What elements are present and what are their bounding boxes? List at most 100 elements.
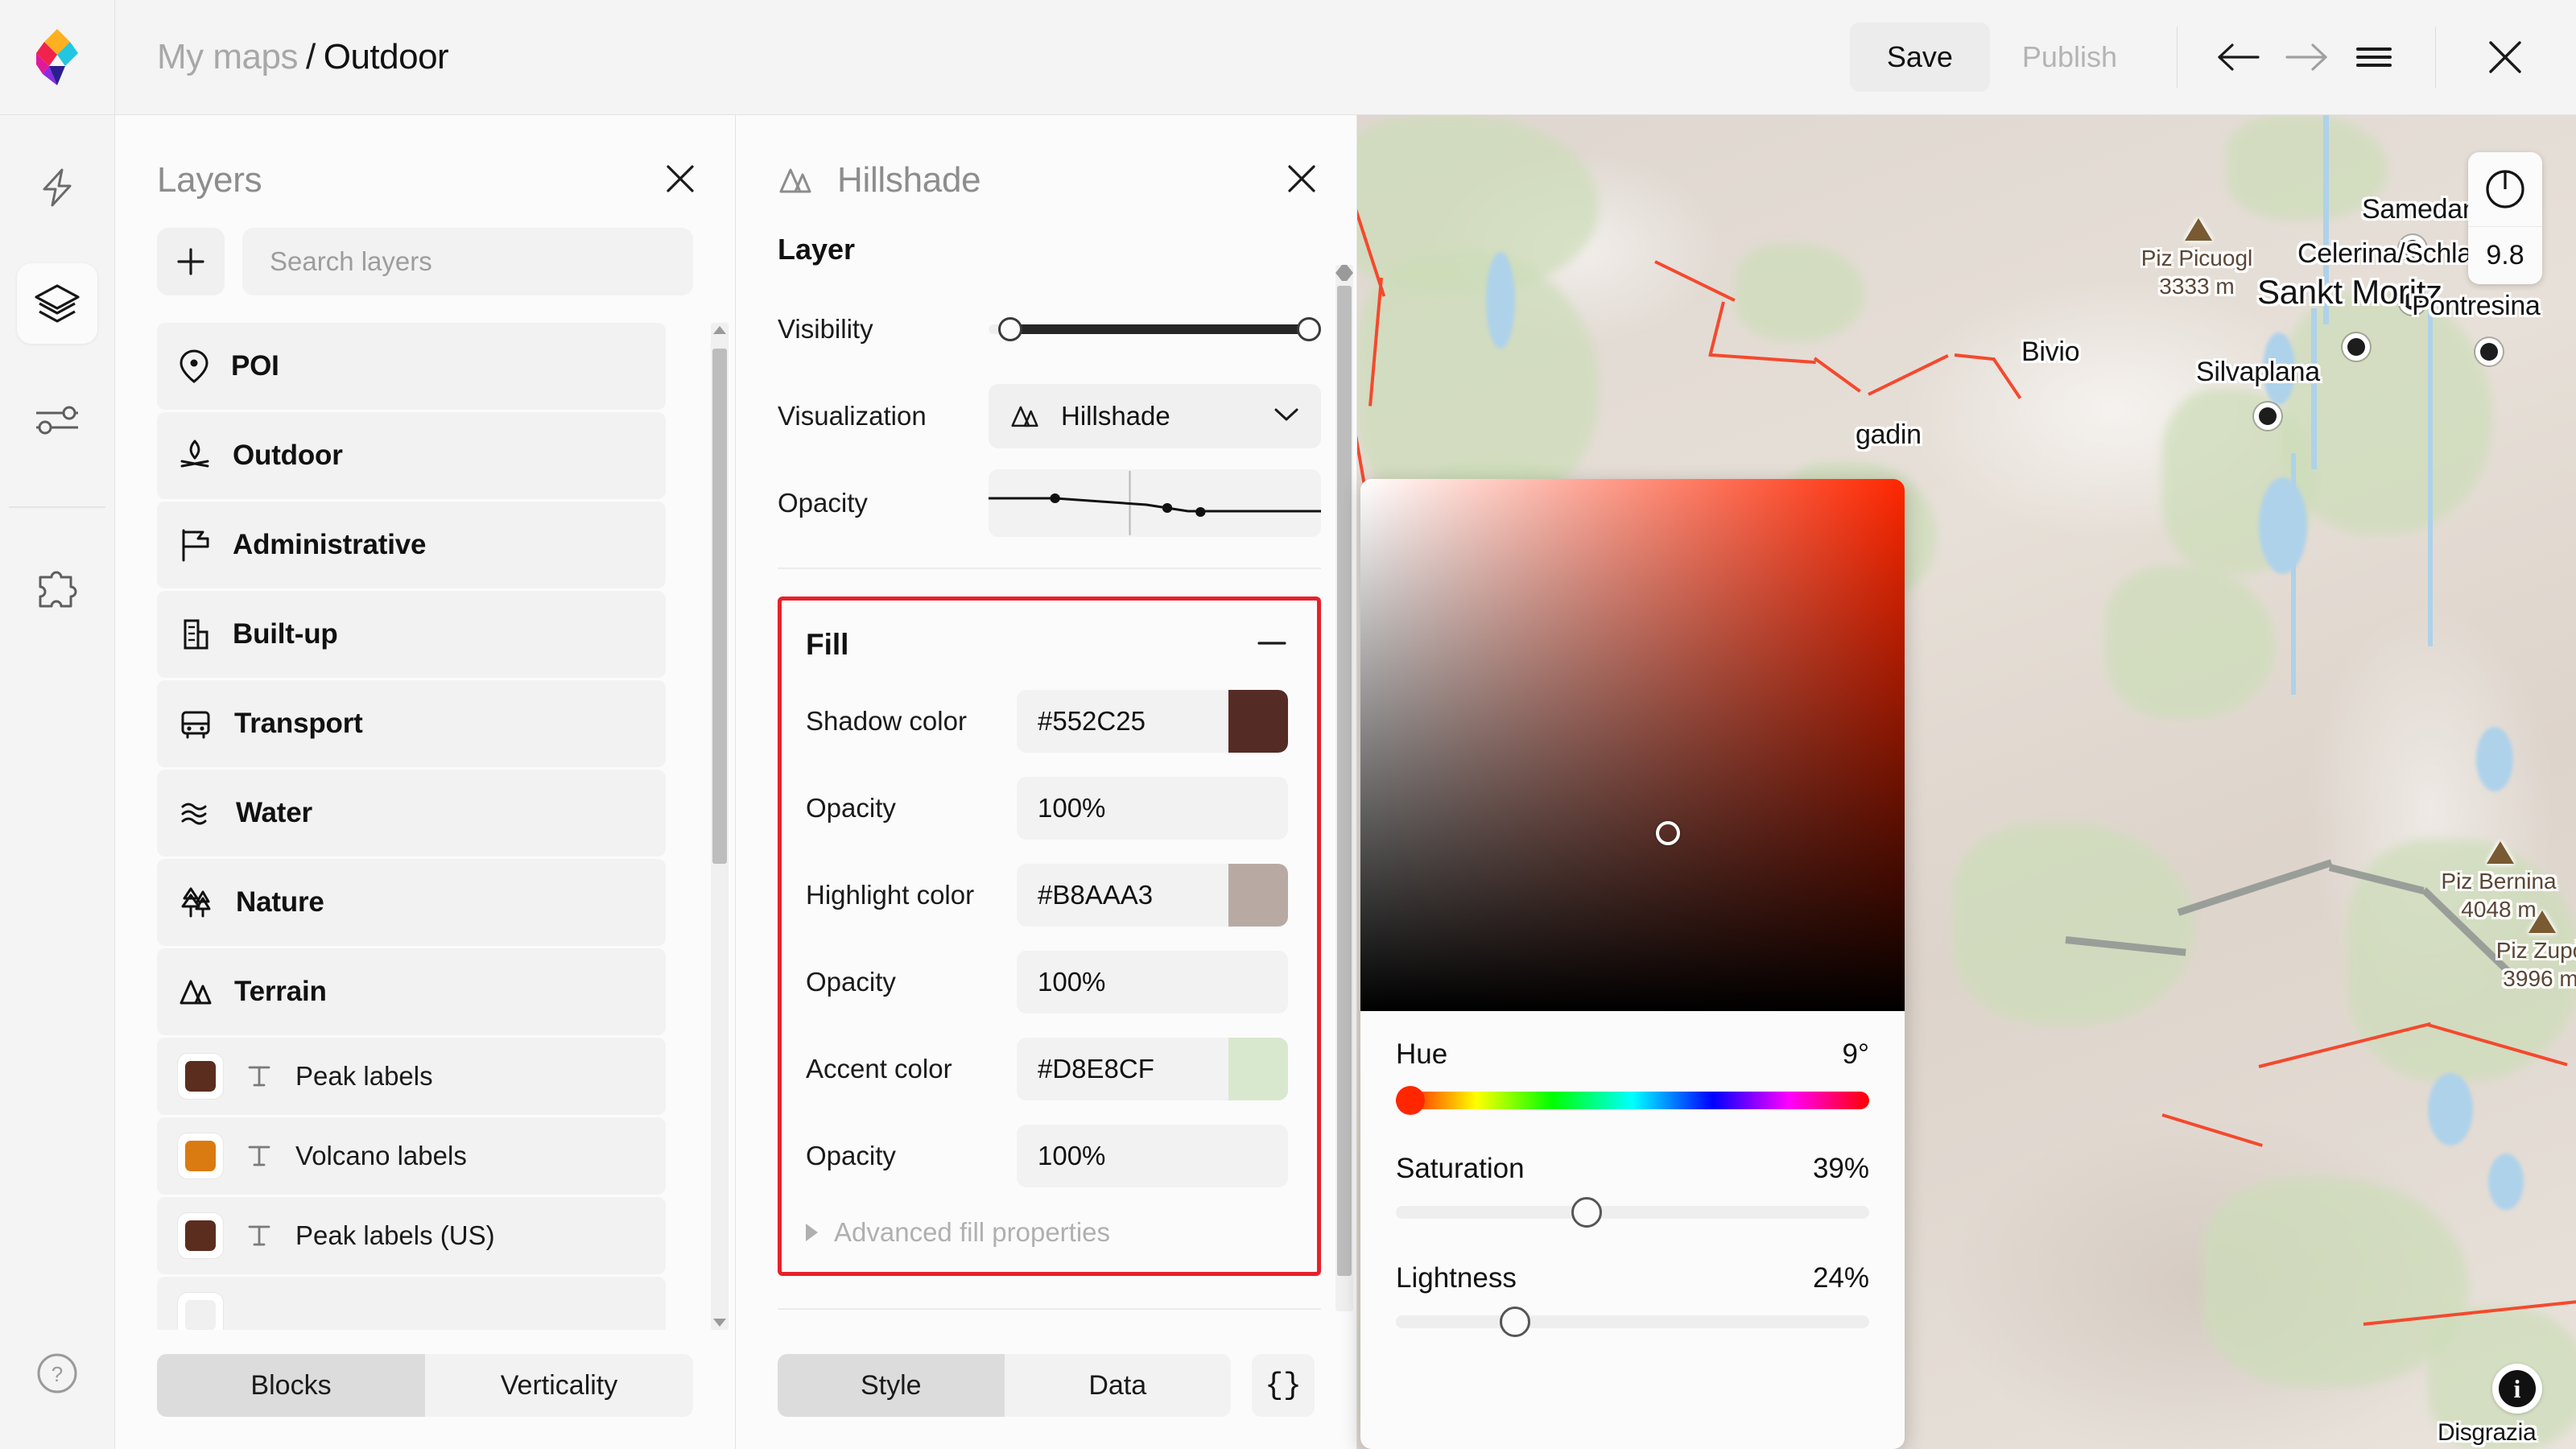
- layer-group-transport[interactable]: Transport: [157, 680, 666, 767]
- tab-verticality[interactable]: Verticality: [425, 1354, 693, 1417]
- tilt-dial-button[interactable]: [2468, 152, 2542, 226]
- forward-button[interactable]: [2273, 23, 2340, 91]
- hue-label: Hue: [1396, 1038, 1447, 1071]
- shadow-opacity-row: Opacity 100%: [806, 776, 1288, 840]
- scroll-up-arrow-icon[interactable]: [713, 326, 726, 334]
- sub-layer-volcano-labels[interactable]: Volcano labels: [157, 1117, 666, 1195]
- saturation-handle[interactable]: [1571, 1197, 1602, 1228]
- layer-group-built-up[interactable]: Built-up: [157, 591, 666, 678]
- lightness-slider[interactable]: [1396, 1315, 1869, 1328]
- highlight-color-value: #B8AAA3: [1017, 880, 1153, 910]
- visibility-min-handle[interactable]: [998, 317, 1022, 341]
- color-picker-cursor[interactable]: [1656, 821, 1680, 845]
- sub-layer-label: Peak labels: [295, 1061, 433, 1092]
- lightness-handle[interactable]: [1500, 1307, 1530, 1337]
- publish-button[interactable]: Publish: [1990, 23, 2149, 92]
- map-label-city: Samedan: [2362, 194, 2477, 225]
- layer-color-swatch[interactable]: [178, 1133, 223, 1179]
- map-info-button[interactable]: i: [2492, 1364, 2542, 1414]
- map-city-dot: [2347, 338, 2365, 356]
- add-layer-button[interactable]: [157, 228, 225, 295]
- sub-layer-partial[interactable]: [157, 1277, 666, 1330]
- color-picker-popup[interactable]: Hue 9° Saturation 39%: [1360, 479, 1905, 1449]
- tab-blocks[interactable]: Blocks: [157, 1354, 425, 1417]
- visibility-row: Visibility: [778, 297, 1321, 361]
- opacity-label: Opacity: [778, 488, 989, 518]
- accent-opacity-field[interactable]: 100%: [1017, 1125, 1288, 1187]
- accent-color-swatch[interactable]: [1228, 1038, 1288, 1100]
- rail-item-settings[interactable]: [17, 379, 97, 460]
- layer-color-swatch[interactable]: [178, 1054, 223, 1099]
- json-editor-button[interactable]: {}: [1252, 1354, 1315, 1417]
- style-panel-close-button[interactable]: [1284, 161, 1319, 200]
- tab-style[interactable]: Style: [778, 1354, 1005, 1417]
- accent-opacity-label: Opacity: [806, 1141, 1017, 1171]
- mountain-icon: [778, 164, 813, 196]
- layer-group-label: Transport: [234, 708, 363, 740]
- rail-item-plugins[interactable]: [17, 550, 97, 630]
- save-button[interactable]: Save: [1850, 23, 1990, 92]
- shadow-color-field[interactable]: #552C25: [1017, 690, 1288, 753]
- close-icon: [1284, 161, 1319, 196]
- layer-group-label: Built-up: [233, 618, 338, 650]
- hue-handle[interactable]: [1396, 1086, 1425, 1115]
- map-label-partial: Disgrazia: [2438, 1419, 2536, 1447]
- sub-layer-peak-labels-us[interactable]: Peak labels (US): [157, 1197, 666, 1274]
- peak-elevation: 3996 m: [2503, 966, 2576, 991]
- layer-group-nature[interactable]: Nature: [157, 859, 666, 946]
- map-peak-marker: [2487, 841, 2514, 864]
- scroll-down-arrow-icon[interactable]: [713, 1319, 726, 1327]
- help-button[interactable]: ?: [17, 1333, 97, 1414]
- scrollbar-thumb[interactable]: [712, 349, 727, 864]
- layer-group-outdoor[interactable]: Outdoor: [157, 412, 666, 499]
- saturation-slider[interactable]: [1396, 1206, 1869, 1219]
- layers-scrollbar[interactable]: [711, 323, 729, 1330]
- sub-layer-peak-labels[interactable]: Peak labels: [157, 1038, 666, 1115]
- map-label-city: Pontresina: [2412, 291, 2541, 322]
- search-layers-input[interactable]: [242, 228, 693, 295]
- layer-group-water[interactable]: Water: [157, 770, 666, 857]
- saturation-value-area[interactable]: [1360, 479, 1905, 1011]
- layer-color-swatch[interactable]: [178, 1213, 223, 1258]
- peak-name: Piz Zupò: [2496, 938, 2576, 963]
- breadcrumb-parent[interactable]: My maps: [157, 37, 298, 77]
- layer-group-label: Administrative: [233, 529, 426, 561]
- visibility-max-handle[interactable]: [1297, 317, 1321, 341]
- back-button[interactable]: [2205, 23, 2273, 91]
- hue-slider[interactable]: [1396, 1092, 1869, 1109]
- svg-text:?: ?: [52, 1362, 63, 1386]
- fill-collapse-button[interactable]: [1256, 635, 1288, 655]
- style-panel-scrollbar[interactable]: [1335, 265, 1353, 1311]
- highlight-color-field[interactable]: #B8AAA3: [1017, 864, 1288, 927]
- visualization-select[interactable]: Hillshade: [989, 384, 1321, 448]
- close-editor-button[interactable]: [2471, 23, 2539, 91]
- shadow-opacity-field[interactable]: 100%: [1017, 777, 1288, 840]
- tab-data[interactable]: Data: [1005, 1354, 1232, 1417]
- layer-color-swatch[interactable]: [178, 1293, 223, 1330]
- layer-group-administrative[interactable]: Administrative: [157, 502, 666, 588]
- highlight-opacity-field[interactable]: 100%: [1017, 951, 1288, 1013]
- shadow-opacity-value: 100%: [1017, 793, 1105, 824]
- rail-item-layers[interactable]: [17, 263, 97, 344]
- layer-group-poi[interactable]: POI: [157, 323, 666, 410]
- app-logo[interactable]: [0, 0, 115, 115]
- menu-button[interactable]: [2340, 23, 2408, 91]
- map-zoom-widget[interactable]: 9.8: [2468, 152, 2542, 284]
- arrow-left-icon: [2216, 40, 2261, 74]
- accent-color-field[interactable]: #D8E8CF: [1017, 1038, 1288, 1100]
- highlight-color-swatch[interactable]: [1228, 864, 1288, 927]
- scroll-down-arrow-icon[interactable]: [1335, 273, 1353, 281]
- saturation-slider-row: Saturation 39%: [1396, 1153, 1869, 1219]
- highlight-color-row: Highlight color #B8AAA3: [806, 863, 1288, 927]
- scrollbar-thumb[interactable]: [1337, 286, 1352, 1276]
- layer-group-terrain[interactable]: Terrain: [157, 948, 666, 1035]
- layer-group-label: Outdoor: [233, 440, 343, 472]
- text-layer-icon: [244, 1061, 275, 1092]
- visibility-slider[interactable]: [989, 297, 1321, 361]
- shadow-color-swatch[interactable]: [1228, 690, 1288, 753]
- layers-panel-close-button[interactable]: [663, 161, 698, 200]
- advanced-fill-properties-toggle[interactable]: Advanced fill properties: [806, 1217, 1288, 1248]
- scroll-up-arrow-icon[interactable]: [1335, 265, 1353, 273]
- opacity-curve-editor[interactable]: [989, 469, 1321, 537]
- rail-item-quick-actions[interactable]: [17, 147, 97, 228]
